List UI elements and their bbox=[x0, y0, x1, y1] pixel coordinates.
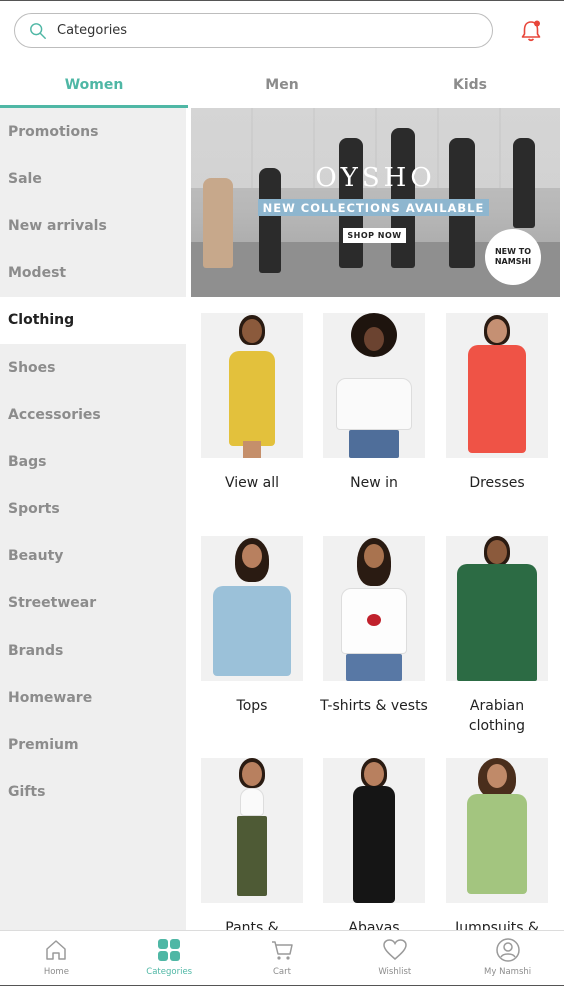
category-label: Tops bbox=[236, 698, 268, 714]
product-image bbox=[446, 758, 548, 903]
category-card-abayas[interactable]: Abayas bbox=[323, 758, 425, 938]
banner-brand: OYSHO bbox=[315, 163, 436, 193]
product-image bbox=[446, 313, 548, 458]
bottom-navigation: Home Categories Cart Wishlist My Namshi bbox=[0, 930, 564, 986]
sidebar-item-sports[interactable]: Sports bbox=[0, 486, 186, 533]
sidebar-item-bags[interactable]: Bags bbox=[0, 438, 186, 485]
category-card-arabian-clothing[interactable]: Arabian clothing bbox=[446, 536, 548, 736]
product-image bbox=[323, 536, 425, 681]
category-card-tops[interactable]: Tops bbox=[201, 536, 303, 716]
product-image bbox=[446, 536, 548, 681]
search-bar[interactable]: Categories bbox=[14, 13, 493, 48]
nav-wishlist[interactable]: Wishlist bbox=[338, 931, 451, 986]
sidebar-item-modest[interactable]: Modest bbox=[0, 250, 186, 297]
sidebar-item-gifts[interactable]: Gifts bbox=[0, 769, 186, 816]
search-placeholder: Categories bbox=[57, 23, 128, 38]
nav-my-namshi[interactable]: My Namshi bbox=[451, 931, 564, 986]
category-card-view-all[interactable]: View all bbox=[201, 313, 303, 493]
banner-headline: NEW COLLECTIONS AVAILABLE bbox=[258, 199, 489, 216]
sidebar-item-homeware[interactable]: Homeware bbox=[0, 674, 186, 721]
nav-home[interactable]: Home bbox=[0, 931, 113, 986]
categories-icon bbox=[158, 939, 181, 961]
category-card-dresses[interactable]: Dresses bbox=[446, 313, 548, 493]
category-card-jumpsuits[interactable]: Jumpsuits & bbox=[446, 758, 548, 938]
category-card-pants[interactable]: Pants & bbox=[201, 758, 303, 938]
sidebar-item-accessories[interactable]: Accessories bbox=[0, 391, 186, 438]
nav-cart[interactable]: Cart bbox=[226, 931, 339, 986]
tab-kids[interactable]: Kids bbox=[376, 62, 564, 108]
new-badge: NEW TO NAMSHI bbox=[485, 229, 541, 285]
category-label: New in bbox=[350, 475, 398, 491]
category-card-new-in[interactable]: New in bbox=[323, 313, 425, 493]
nav-home-label: Home bbox=[43, 967, 69, 977]
banner-model bbox=[391, 128, 415, 268]
nav-categories-label: Categories bbox=[146, 967, 193, 977]
profile-icon bbox=[495, 938, 520, 962]
tab-men[interactable]: Men bbox=[188, 62, 376, 108]
sidebar-item-sale[interactable]: Sale bbox=[0, 155, 186, 202]
heart-icon bbox=[383, 939, 407, 960]
top-edge bbox=[0, 0, 564, 1]
nav-categories[interactable]: Categories bbox=[113, 931, 226, 986]
category-label: Dresses bbox=[469, 475, 525, 491]
sidebar-item-streetwear[interactable]: Streetwear bbox=[0, 580, 186, 627]
category-label: T-shirts & vests bbox=[320, 698, 428, 714]
cart-icon bbox=[271, 941, 293, 960]
sidebar-item-premium[interactable]: Premium bbox=[0, 721, 186, 768]
category-sidebar: Promotions Sale New arrivals Modest Clot… bbox=[0, 108, 186, 930]
nav-cart-label: Cart bbox=[273, 967, 291, 977]
sidebar-item-shoes[interactable]: Shoes bbox=[0, 344, 186, 391]
promo-banner[interactable]: OYSHO NEW COLLECTIONS AVAILABLE SHOP NOW… bbox=[191, 108, 560, 297]
shop-now-button[interactable]: SHOP NOW bbox=[343, 228, 406, 243]
category-card-t-shirts[interactable]: T-shirts & vests bbox=[320, 536, 428, 716]
tab-women[interactable]: Women bbox=[0, 62, 188, 108]
sidebar-item-new-arrivals[interactable]: New arrivals bbox=[0, 202, 186, 249]
category-label: Arabian clothing bbox=[468, 698, 526, 734]
nav-wishlist-label: Wishlist bbox=[378, 967, 412, 977]
category-label: View all bbox=[224, 475, 280, 491]
bell-icon[interactable] bbox=[518, 18, 544, 44]
product-image bbox=[323, 758, 425, 903]
sidebar-item-promotions[interactable]: Promotions bbox=[0, 108, 186, 155]
home-icon bbox=[46, 940, 67, 960]
search-icon bbox=[30, 22, 46, 39]
product-image bbox=[201, 313, 303, 458]
gender-tabs: Women Men Kids bbox=[0, 62, 564, 108]
sidebar-item-brands[interactable]: Brands bbox=[0, 627, 186, 674]
sidebar-item-clothing[interactable]: Clothing bbox=[0, 296, 186, 344]
sidebar-item-beauty[interactable]: Beauty bbox=[0, 533, 186, 580]
product-image bbox=[201, 536, 303, 681]
nav-my-namshi-label: My Namshi bbox=[484, 967, 532, 977]
product-image bbox=[201, 758, 303, 903]
product-image bbox=[323, 313, 425, 458]
